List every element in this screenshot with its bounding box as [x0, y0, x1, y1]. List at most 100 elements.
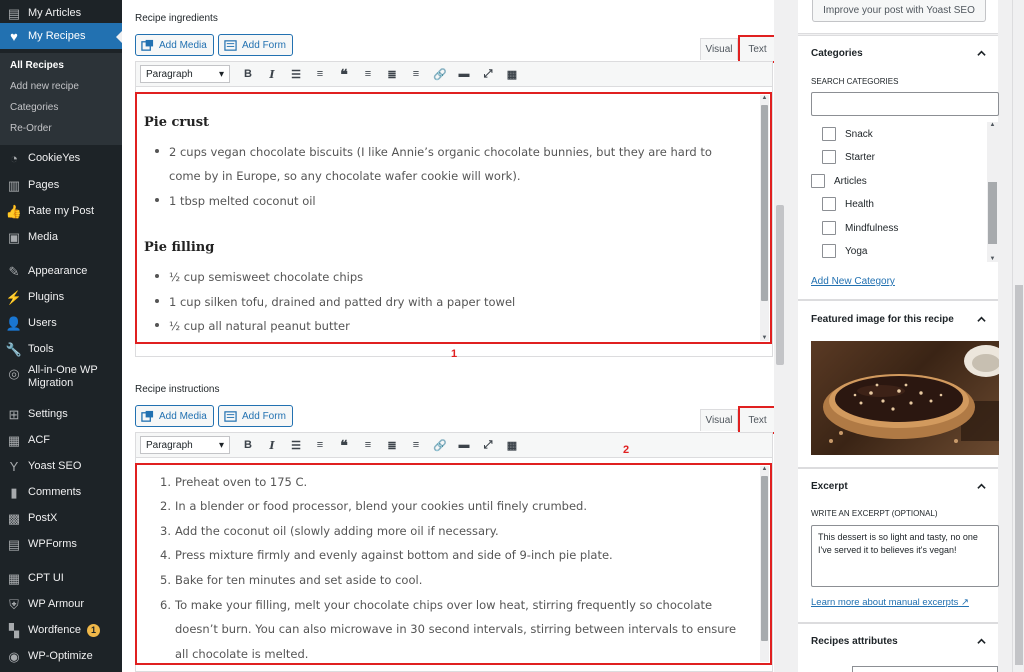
format-select[interactable]: Paragraph ▾: [140, 436, 230, 454]
menu-item-tools[interactable]: 🔧 Tools: [0, 336, 122, 362]
menu-item-cpt-ui[interactable]: ▦ CPT UI: [0, 565, 122, 591]
category-item-articles[interactable]: Articles: [811, 174, 867, 188]
add-form-button[interactable]: Add Form: [218, 34, 293, 56]
numbered-list-button[interactable]: ≡: [308, 434, 332, 456]
editor-scrollbar[interactable]: ▲ ▼: [760, 95, 769, 341]
toolbar-toggle-button[interactable]: ▦: [500, 434, 524, 456]
settings-icon: ⊞: [8, 406, 20, 422]
menu-item-all-in-one-wp-migration[interactable]: ◎ All-in-One WP Migration: [0, 364, 122, 398]
excerpt-panel-header[interactable]: Excerpt: [798, 471, 998, 501]
submenu-item-re-order[interactable]: Re-Order: [10, 123, 52, 134]
checkbox[interactable]: [822, 244, 836, 258]
tab-text-2[interactable]: Text: [738, 406, 777, 434]
bullet-list-button[interactable]: ☰: [284, 434, 308, 456]
checkbox[interactable]: [822, 127, 836, 141]
menu-item-rate-my-post[interactable]: 👍 Rate my Post: [0, 198, 122, 224]
search-categories-input[interactable]: [811, 92, 999, 116]
categories-panel-header[interactable]: Categories: [798, 38, 998, 68]
checkbox[interactable]: [822, 221, 836, 235]
submenu-item-all-recipes[interactable]: All Recipes: [10, 60, 64, 71]
italic-button[interactable]: I: [260, 63, 284, 85]
scrollbar-thumb[interactable]: [761, 105, 768, 301]
menu-item-postx[interactable]: ▩ PostX: [0, 505, 122, 531]
fullscreen-button[interactable]: ⤢: [476, 434, 500, 456]
format-select[interactable]: Paragraph ▾: [140, 65, 230, 83]
link-button[interactable]: 🔗: [428, 434, 452, 456]
yoast-improve-button[interactable]: Improve your post with Yoast SEO: [812, 0, 986, 22]
menu-item-cookieyes[interactable]: ◔ CookieYes: [0, 145, 122, 171]
category-item-mindfulness[interactable]: Mindfulness: [822, 221, 898, 235]
align-right-button[interactable]: ≡: [404, 434, 428, 456]
category-item-starter[interactable]: Starter: [822, 150, 875, 164]
submenu-item-add-new-recipe[interactable]: Add new recipe: [10, 81, 79, 92]
align-center-button[interactable]: ≣: [380, 63, 404, 85]
acf-icon: ▦: [7, 432, 21, 448]
ingredients-editor[interactable]: Pie crust 2 cups vegan chocolate biscuit…: [135, 92, 772, 344]
learn-more-excerpts-link[interactable]: Learn more about manual excerpts ↗: [811, 597, 969, 608]
blockquote-button[interactable]: ❝: [332, 63, 356, 85]
menu-item-comments[interactable]: ▮ Comments: [0, 479, 122, 505]
tab-text[interactable]: Text: [738, 35, 777, 63]
blockquote-button[interactable]: ❝: [332, 434, 356, 456]
featured-image-panel-header[interactable]: Featured image for this recipe: [798, 304, 998, 334]
window-scrollbar[interactable]: [1012, 0, 1024, 672]
align-left-button[interactable]: ≡: [356, 434, 380, 456]
tab-visual-2[interactable]: Visual: [700, 409, 738, 431]
numbered-list-button[interactable]: ≡: [308, 63, 332, 85]
menu-item-wordfence[interactable]: ▚ Wordfence 1: [0, 617, 122, 643]
featured-image[interactable]: [811, 341, 999, 455]
menu-item-acf[interactable]: ▦ ACF: [0, 427, 122, 453]
category-item-yoga[interactable]: Yoga: [822, 244, 867, 258]
align-left-button[interactable]: ≡: [356, 63, 380, 85]
bold-button[interactable]: B: [236, 63, 260, 85]
menu-item-wp-armour[interactable]: ⛨ WP Armour: [0, 591, 122, 617]
scrollbar-thumb[interactable]: [761, 476, 768, 641]
checkbox[interactable]: [822, 150, 836, 164]
toolbar-toggle-button[interactable]: ▦: [500, 63, 524, 85]
menu-item-my-recipes[interactable]: ♥ My Recipes: [0, 23, 122, 49]
users-icon: 👤: [5, 315, 23, 331]
read-more-button[interactable]: ▬: [452, 63, 476, 85]
menu-item-label: WP Armour: [28, 598, 85, 610]
recipe-attribute-select[interactable]: [852, 666, 998, 672]
menu-item-media[interactable]: ▣ Media: [0, 224, 122, 250]
annotation-marker-1: 1: [451, 348, 458, 360]
menu-item-appearance[interactable]: ✎ Appearance: [0, 258, 122, 284]
main-scrollbar[interactable]: [774, 0, 786, 672]
submenu-item-categories[interactable]: Categories: [10, 102, 58, 113]
scrollbar-thumb[interactable]: [1015, 285, 1023, 665]
menu-item-plugins[interactable]: ⚡ Plugins: [0, 284, 122, 310]
menu-item-yoast-seo[interactable]: Y Yoast SEO: [0, 453, 122, 479]
bullet-list-button[interactable]: ☰: [284, 63, 308, 85]
category-item-health[interactable]: Health: [822, 197, 874, 211]
bold-button[interactable]: B: [236, 434, 260, 456]
add-form-label: Add Form: [242, 39, 286, 51]
scroll-up-icon: ▲: [761, 466, 768, 472]
italic-button[interactable]: I: [260, 434, 284, 456]
menu-item-users[interactable]: 👤 Users: [0, 310, 122, 336]
menu-item-settings[interactable]: ⊞ Settings: [0, 401, 122, 427]
link-button[interactable]: 🔗: [428, 63, 452, 85]
menu-item-wp-optimize[interactable]: ◉ WP-Optimize: [0, 643, 122, 669]
checkbox[interactable]: [811, 174, 825, 188]
read-more-button[interactable]: ▬: [452, 434, 476, 456]
align-right-button[interactable]: ≡: [404, 63, 428, 85]
scrollbar-thumb[interactable]: [776, 205, 784, 365]
fullscreen-button[interactable]: ⤢: [476, 63, 500, 85]
category-item-snack[interactable]: Snack: [822, 127, 873, 141]
excerpt-textarea[interactable]: This dessert is so light and tasty, no o…: [811, 525, 999, 587]
add-media-button[interactable]: Add Media: [135, 34, 214, 56]
add-form-button-2[interactable]: Add Form: [218, 405, 293, 427]
menu-item-pages[interactable]: ▥ Pages: [0, 172, 122, 198]
tab-visual[interactable]: Visual: [700, 38, 738, 60]
align-center-button[interactable]: ≣: [380, 434, 404, 456]
checkbox[interactable]: [822, 197, 836, 211]
instructions-editor[interactable]: 1. Preheat oven to 175 C. 2. In a blender …: [135, 463, 772, 665]
menu-item-wpforms[interactable]: ▤ WPForms: [0, 531, 122, 557]
add-media-button-2[interactable]: Add Media: [135, 405, 214, 427]
editor-scrollbar[interactable]: ▲: [760, 466, 769, 662]
categories-scrollbar[interactable]: ▲ ▼: [987, 122, 998, 262]
add-new-category-link[interactable]: Add New Category: [811, 276, 895, 287]
scrollbar-thumb[interactable]: [988, 182, 997, 244]
recipe-attributes-panel-header[interactable]: Recipes attributes: [798, 626, 998, 656]
